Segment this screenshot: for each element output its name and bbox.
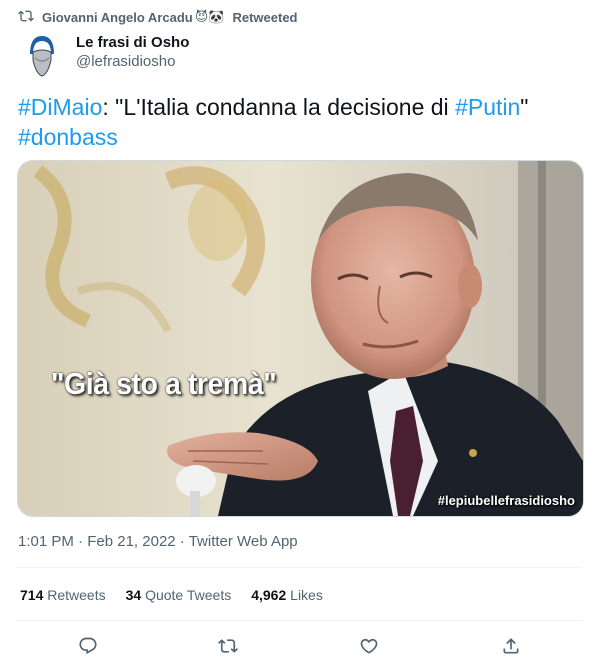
quote-tweets-count: 34	[125, 587, 142, 603]
retweeted-label: Retweeted	[232, 9, 298, 25]
author-row: Le frasi di Osho @lefrasidiosho	[18, 30, 189, 78]
action-bar	[0, 632, 598, 660]
tweet-media[interactable]: "Già sto a tremà" #lepiubellefrasidiosho	[17, 160, 584, 517]
retweet-icon	[218, 639, 238, 653]
tweet-text-part-1: : "L'Italia condanna la decisione di	[102, 94, 456, 120]
retweet-header: Giovanni Angelo Arcadu 😈🐼 Retweeted	[18, 7, 298, 27]
likes-stat[interactable]: 4,962 Likes	[251, 587, 323, 603]
retweets-stat[interactable]: 714 Retweets	[20, 587, 106, 603]
likes-label: Likes	[290, 587, 323, 603]
media-photo	[18, 161, 583, 516]
tweet-time[interactable]: 1:01 PM	[18, 533, 74, 550]
meta-separator: ·	[175, 533, 189, 550]
tweet-text: #DiMaio: "L'Italia condanna la decisione…	[18, 92, 578, 152]
like-button[interactable]	[355, 632, 383, 660]
quote-tweets-label: Quote Tweets	[145, 587, 232, 603]
tweet-stats: 714 Retweets 34 Quote Tweets 4,962 Likes	[20, 587, 323, 603]
tweet-text-part-2: "	[520, 94, 529, 120]
author-handle[interactable]: @lefrasidiosho	[76, 53, 189, 70]
divider	[16, 620, 582, 621]
retweets-count: 714	[20, 587, 44, 603]
reply-icon	[79, 637, 97, 655]
share-button[interactable]	[497, 632, 525, 660]
tweet-date[interactable]: Feb 21, 2022	[87, 533, 175, 550]
retweet-button[interactable]	[214, 632, 242, 660]
media-caption: "Già sto a tremà"	[51, 366, 277, 401]
reply-button[interactable]	[74, 632, 102, 660]
author-display-name[interactable]: Le frasi di Osho	[76, 34, 189, 51]
retweets-label: Retweets	[47, 587, 106, 603]
meta-separator: ·	[73, 533, 88, 550]
retweeter-emojis: 😈🐼	[194, 9, 225, 25]
heart-icon	[360, 638, 378, 654]
hashtag-donbass[interactable]: #donbass	[18, 124, 118, 150]
share-icon	[503, 638, 519, 654]
hashtag-dimaio[interactable]: #DiMaio	[18, 94, 102, 120]
divider	[16, 567, 582, 568]
tweet-meta: 1:01 PM · Feb 21, 2022 · Twitter Web App	[18, 533, 298, 550]
retweeter-name[interactable]: Giovanni Angelo Arcadu	[42, 10, 193, 25]
avatar[interactable]	[18, 30, 66, 78]
hashtag-putin[interactable]: #Putin	[455, 94, 520, 120]
likes-count: 4,962	[251, 587, 287, 603]
media-watermark: #lepiubellefrasidiosho	[437, 493, 575, 508]
quote-tweets-stat[interactable]: 34 Quote Tweets	[126, 587, 232, 603]
retweet-icon	[18, 8, 34, 27]
tweet-source[interactable]: Twitter Web App	[189, 533, 298, 550]
